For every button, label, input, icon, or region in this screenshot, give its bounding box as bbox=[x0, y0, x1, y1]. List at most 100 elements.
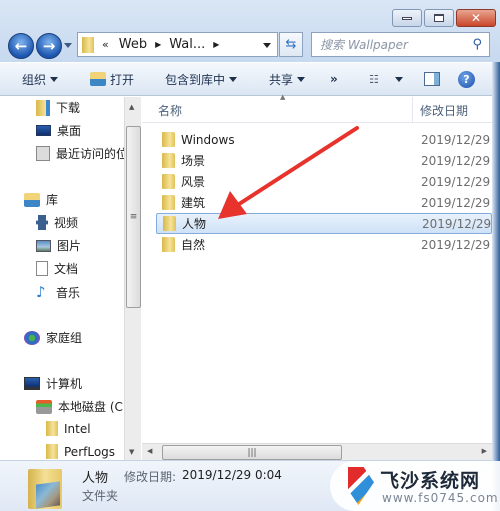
more-commands-button[interactable]: » bbox=[330, 72, 338, 86]
sidebar-item-downloads[interactable]: 下载 bbox=[36, 99, 80, 116]
recent-pages-dropdown[interactable] bbox=[64, 43, 72, 48]
folder-icon bbox=[162, 132, 175, 147]
breadcrumb-overflow[interactable]: « bbox=[102, 38, 109, 51]
scroll-up-icon[interactable]: ▲ bbox=[129, 103, 134, 111]
column-header-modified[interactable]: 修改日期 bbox=[420, 102, 468, 119]
open-button[interactable]: 打开 bbox=[90, 71, 134, 88]
sidebar-item-desktop[interactable]: 桌面 bbox=[36, 122, 81, 139]
close-icon: ✕ bbox=[470, 11, 482, 25]
pictures-icon bbox=[36, 239, 51, 252]
chevron-down-icon bbox=[50, 76, 59, 82]
file-date: 2019/12/29 bbox=[421, 237, 491, 252]
sidebar-item-documents[interactable]: 文档 bbox=[36, 260, 78, 277]
sidebar-item-perflogs[interactable]: PerfLogs bbox=[46, 444, 115, 459]
sidebar-item-music[interactable]: ♪ 音乐 bbox=[36, 283, 80, 301]
breadcrumb-separator-icon[interactable]: ▶ bbox=[155, 40, 161, 49]
file-date: 2019/12/29 bbox=[421, 195, 491, 210]
recent-places-icon bbox=[36, 146, 50, 161]
file-list: ▲ 名称 修改日期 Windows 2019/12/29 场景 2019/12/29… bbox=[142, 93, 492, 443]
scroll-left-icon[interactable]: ◀ bbox=[147, 447, 152, 455]
scroll-right-icon[interactable]: ▶ bbox=[482, 447, 487, 455]
watermark-logo-icon bbox=[348, 467, 374, 505]
maximize-button[interactable] bbox=[424, 9, 454, 27]
help-icon: ? bbox=[458, 70, 475, 88]
folder-icon bbox=[82, 36, 94, 53]
folder-icon bbox=[46, 444, 58, 459]
library-icon bbox=[24, 192, 40, 207]
sidebar-item-label: 图片 bbox=[57, 239, 82, 253]
sidebar-item-recent-places[interactable]: 最近访问的位 bbox=[36, 145, 124, 162]
sidebar-item-videos[interactable]: 视频 bbox=[36, 214, 78, 231]
open-label: 打开 bbox=[110, 72, 135, 87]
scroll-down-icon[interactable]: ▼ bbox=[129, 448, 134, 456]
file-row[interactable]: 场景 2019/12/29 bbox=[156, 150, 492, 171]
computer-icon bbox=[24, 377, 40, 390]
scrollbar-thumb[interactable]: ≡ bbox=[126, 126, 141, 308]
sidebar-item-local-disk-c[interactable]: 本地磁盘 (C: bbox=[36, 398, 124, 415]
sidebar-item-homegroup[interactable]: 家庭组 bbox=[24, 329, 82, 346]
preview-pane-button[interactable] bbox=[424, 72, 440, 86]
folder-icon bbox=[162, 195, 175, 210]
sidebar-item-label: PerfLogs bbox=[64, 444, 116, 459]
homegroup-icon bbox=[24, 330, 40, 345]
sidebar-item-computer[interactable]: 计算机 bbox=[24, 375, 82, 392]
include-in-library-menu[interactable]: 包含到库中 bbox=[165, 71, 238, 88]
column-divider[interactable] bbox=[412, 97, 413, 123]
breadcrumb-separator-icon[interactable]: ▶ bbox=[213, 40, 219, 49]
scrollbar-thumb[interactable]: ||| bbox=[162, 445, 342, 460]
back-button[interactable]: ← bbox=[8, 33, 34, 59]
details-view-icon: ☷ bbox=[369, 72, 379, 86]
navigation-pane-scrollbar[interactable]: ▲ ≡ ▼ bbox=[124, 97, 141, 460]
change-view-menu[interactable]: ☷ bbox=[369, 73, 403, 86]
minimize-icon bbox=[402, 16, 412, 20]
chevron-down-icon bbox=[394, 76, 403, 82]
file-name: 自然 bbox=[181, 238, 206, 252]
downloads-icon bbox=[36, 99, 50, 116]
window-controls: ✕ bbox=[392, 9, 496, 27]
documents-icon bbox=[36, 261, 48, 276]
watermark: 飞沙系统网 www.fs0745.com bbox=[330, 461, 500, 511]
minimize-button[interactable] bbox=[392, 9, 422, 27]
maximize-icon bbox=[434, 14, 444, 22]
refresh-button[interactable]: ⇆ bbox=[279, 32, 303, 57]
column-header-name[interactable]: 名称 bbox=[158, 102, 182, 119]
close-button[interactable]: ✕ bbox=[456, 9, 496, 27]
sidebar-item-label: 计算机 bbox=[46, 377, 83, 391]
file-row[interactable]: 建筑 2019/12/29 bbox=[156, 192, 492, 213]
file-row-selected[interactable]: 人物 2019/12/29 bbox=[156, 213, 492, 234]
sidebar-item-label: 视频 bbox=[54, 216, 79, 230]
address-bar[interactable]: « Web ▶ Wal... ▶ bbox=[77, 32, 278, 57]
file-date: 2019/12/29 bbox=[421, 132, 491, 147]
folder-icon bbox=[163, 216, 176, 231]
folder-icon bbox=[162, 237, 175, 252]
sidebar-item-label: Intel bbox=[64, 421, 91, 436]
help-button[interactable]: ? bbox=[458, 70, 475, 88]
organize-menu[interactable]: 组织 bbox=[22, 71, 59, 88]
share-menu[interactable]: 共享 bbox=[269, 71, 306, 88]
sidebar-item-pictures[interactable]: 图片 bbox=[36, 237, 81, 254]
open-folder-icon bbox=[90, 72, 106, 86]
file-name: 风景 bbox=[181, 175, 206, 189]
forward-button[interactable]: → bbox=[36, 33, 62, 59]
sidebar-item-label: 家庭组 bbox=[46, 331, 83, 345]
breadcrumb-wallpaper[interactable]: Wal... bbox=[169, 37, 205, 52]
sidebar-item-libraries[interactable]: 库 bbox=[24, 191, 58, 208]
details-type: 文件夹 bbox=[82, 489, 119, 503]
command-bar: 组织 打开 包含到库中 共享 » ☷ ? bbox=[0, 62, 500, 96]
sidebar-item-label: 桌面 bbox=[57, 124, 82, 138]
file-row[interactable]: Windows 2019/12/29 bbox=[156, 129, 492, 150]
sort-ascending-icon: ▲ bbox=[280, 93, 286, 101]
address-dropdown-icon[interactable] bbox=[263, 43, 271, 48]
search-placeholder: 搜索 Wallpaper bbox=[320, 38, 408, 52]
file-list-horizontal-scrollbar[interactable]: ◀ ||| ▶ bbox=[142, 443, 492, 460]
sidebar-item-intel[interactable]: Intel bbox=[46, 421, 91, 436]
sidebar-item-label: 最近访问的位 bbox=[56, 147, 124, 161]
file-row[interactable]: 自然 2019/12/29 bbox=[156, 234, 492, 255]
share-label: 共享 bbox=[269, 72, 294, 87]
file-name: 建筑 bbox=[181, 196, 206, 210]
file-name: 人物 bbox=[182, 217, 207, 231]
search-icon: ⚲ bbox=[472, 37, 482, 52]
search-input[interactable]: 搜索 Wallpaper ⚲ bbox=[311, 32, 490, 57]
breadcrumb-web[interactable]: Web bbox=[119, 37, 147, 52]
file-row[interactable]: 风景 2019/12/29 bbox=[156, 171, 492, 192]
